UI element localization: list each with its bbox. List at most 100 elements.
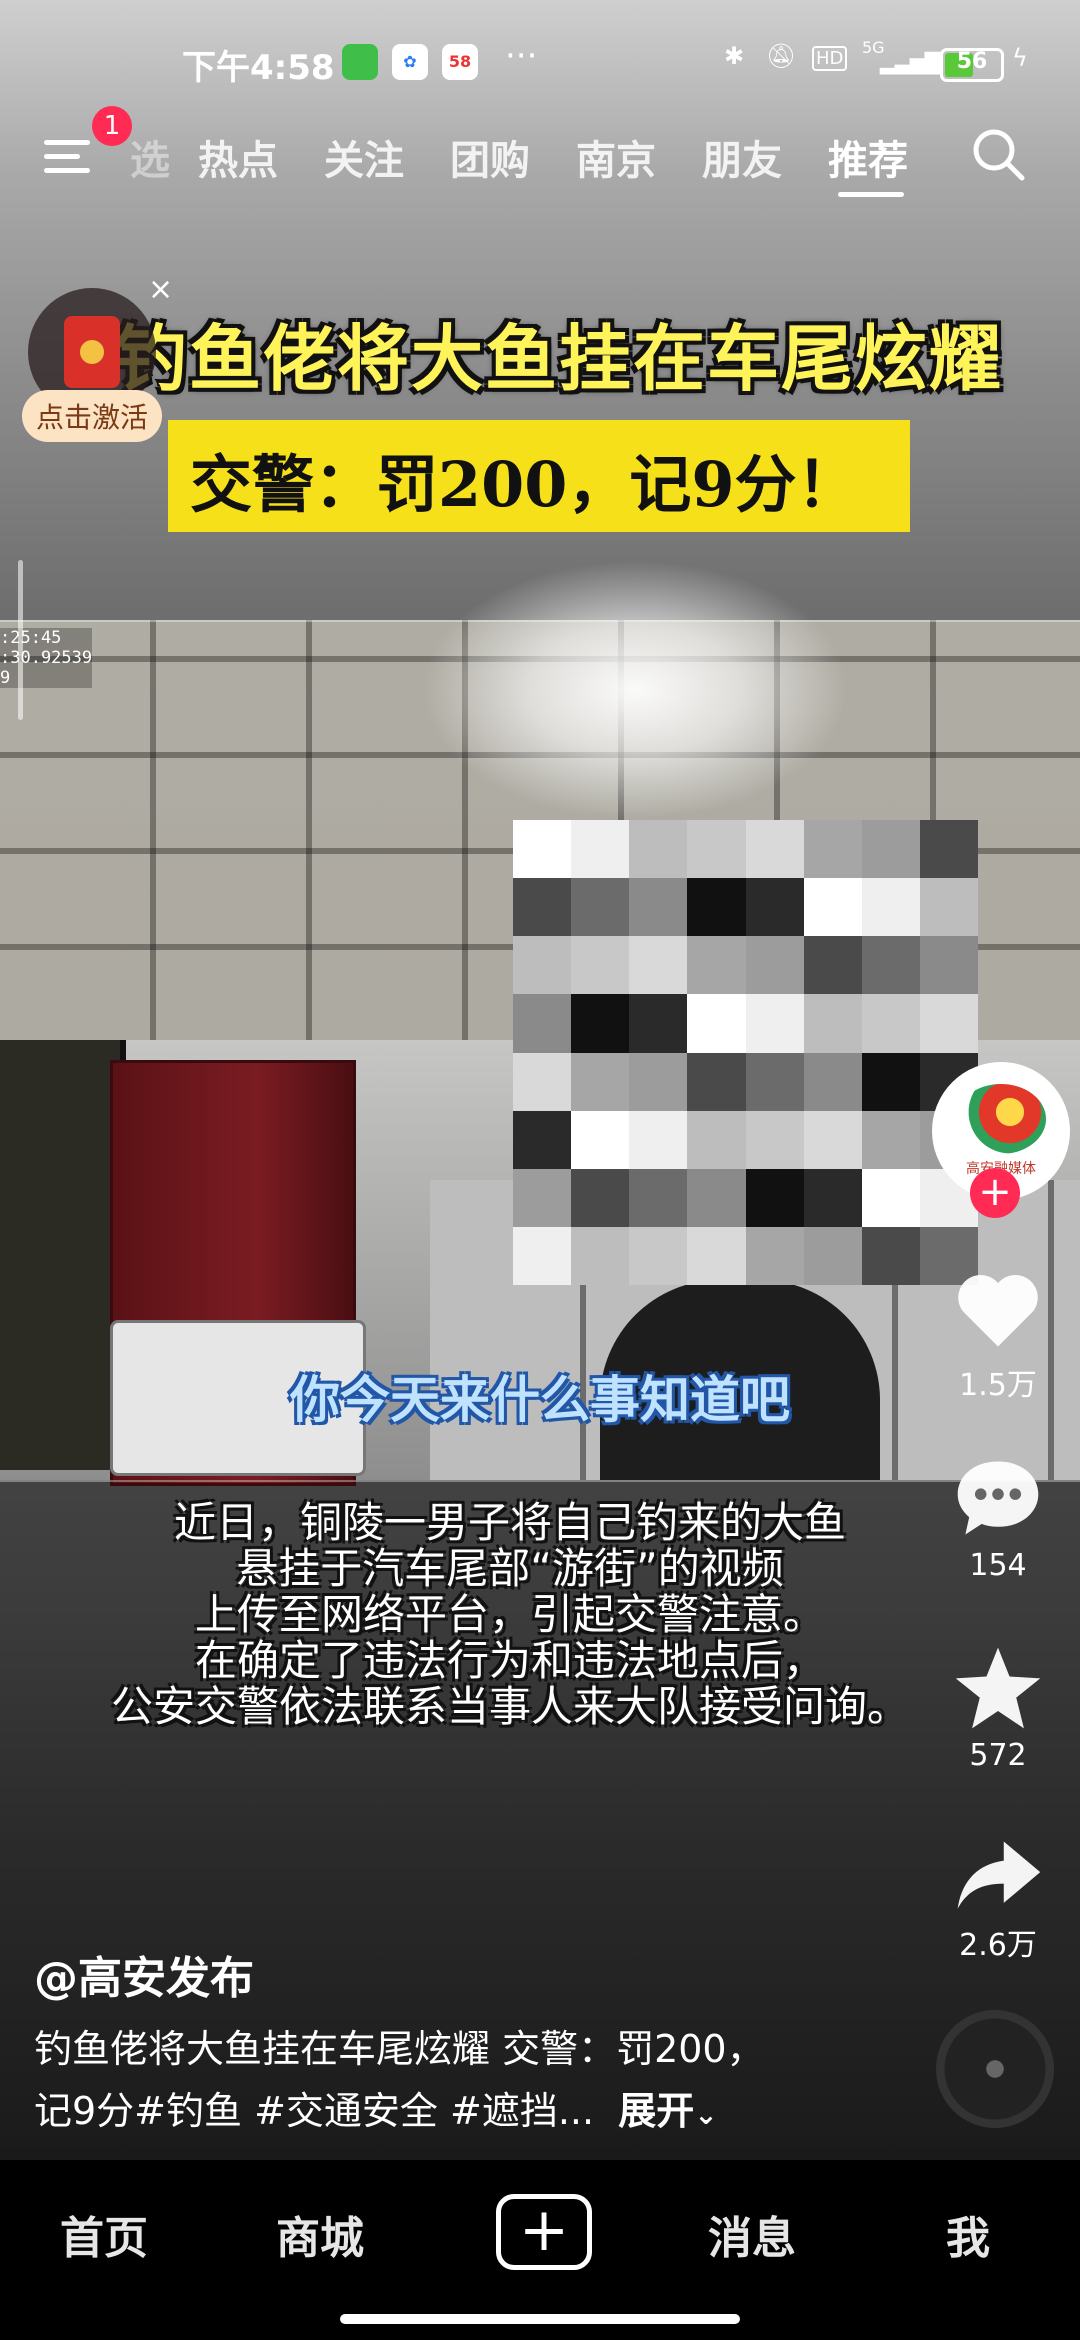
mosaic-cell bbox=[745, 820, 804, 879]
comment-count: 154 bbox=[969, 1548, 1027, 1583]
mosaic-cell bbox=[745, 1226, 804, 1285]
charging-icon: ϟ bbox=[1012, 44, 1028, 72]
video-frame-bottom-line bbox=[0, 1480, 1080, 1482]
mosaic-cell bbox=[861, 1226, 920, 1285]
tab-following[interactable]: 关注 bbox=[324, 128, 404, 186]
mosaic-cell bbox=[571, 1226, 630, 1285]
battery-icon: 56 bbox=[940, 48, 1004, 82]
mosaic-cell bbox=[919, 994, 978, 1053]
media-logo-icon bbox=[956, 1084, 1046, 1154]
notification-badge: 1 bbox=[92, 106, 132, 146]
mosaic-cell bbox=[745, 1052, 804, 1111]
subheadline-box: 交警：罚200，记9分！ bbox=[168, 420, 910, 532]
search-icon[interactable] bbox=[968, 124, 1028, 184]
mosaic-cell bbox=[687, 1168, 746, 1227]
tab-hidden[interactable]: 选 bbox=[130, 128, 170, 186]
mosaic-cell bbox=[687, 1226, 746, 1285]
menu-icon[interactable] bbox=[44, 130, 96, 182]
mosaic-cell bbox=[513, 1226, 572, 1285]
mosaic-cell bbox=[629, 878, 688, 937]
video-light-glare bbox=[420, 560, 850, 820]
mosaic-cell bbox=[571, 1110, 630, 1169]
heart-icon[interactable] bbox=[950, 1262, 1046, 1358]
mosaic-cell bbox=[513, 1052, 572, 1111]
app-58-icon: 58 bbox=[442, 44, 478, 80]
like-count: 1.5万 bbox=[959, 1368, 1037, 1403]
timestamp-line-1: :25:45 bbox=[0, 628, 62, 648]
mosaic-cell bbox=[571, 936, 630, 995]
bluetooth-icon: ✱ bbox=[724, 42, 745, 70]
mosaic-cell bbox=[629, 1052, 688, 1111]
mosaic-cell bbox=[687, 820, 746, 879]
mosaic-cell bbox=[803, 994, 862, 1053]
face-mosaic bbox=[513, 820, 978, 1285]
mosaic-cell bbox=[803, 936, 862, 995]
author-name[interactable]: @高安发布 bbox=[34, 1942, 254, 2006]
mosaic-cell bbox=[861, 994, 920, 1053]
mosaic-cell bbox=[629, 936, 688, 995]
video-frame-top-line bbox=[0, 620, 1080, 622]
tab-hot[interactable]: 热点 bbox=[198, 128, 278, 186]
mosaic-cell bbox=[745, 994, 804, 1053]
mosaic-cell bbox=[919, 936, 978, 995]
mosaic-cell bbox=[687, 1052, 746, 1111]
tab-friends[interactable]: 朋友 bbox=[702, 128, 782, 186]
paragraph-line: 公安交警依法联系当事人来大队接受问询。 bbox=[110, 1682, 909, 1731]
status-bar: 下午4:58 ✿ 58 ··· ✱ 🔕︎ HD 5G ▂▃▅▇ 56 ϟ bbox=[0, 0, 1080, 110]
music-disc-icon[interactable] bbox=[936, 2010, 1054, 2128]
mosaic-cell bbox=[803, 1226, 862, 1285]
mosaic-cell bbox=[571, 994, 630, 1053]
mosaic-cell bbox=[629, 1226, 688, 1285]
active-tab-indicator bbox=[838, 192, 904, 197]
expand-label: 展开 bbox=[618, 2089, 695, 2133]
mosaic-cell bbox=[803, 1052, 862, 1111]
expand-button[interactable]: 展开⌄ bbox=[618, 2089, 717, 2133]
share-icon[interactable] bbox=[950, 1828, 1046, 1924]
mosaic-cell bbox=[571, 878, 630, 937]
mosaic-cell bbox=[571, 1052, 630, 1111]
mosaic-cell bbox=[513, 878, 572, 937]
tab-recommended[interactable]: 推荐 bbox=[828, 128, 908, 186]
paragraph-line: 在确定了违法行为和违法地点后， bbox=[194, 1636, 825, 1685]
mosaic-cell bbox=[861, 820, 920, 879]
nav-me[interactable]: 我 bbox=[946, 2202, 990, 2266]
share-count: 2.6万 bbox=[959, 1928, 1037, 1963]
comment-icon[interactable] bbox=[950, 1450, 1046, 1546]
scroll-indicator bbox=[18, 560, 23, 720]
mosaic-cell bbox=[629, 820, 688, 879]
mosaic-cell bbox=[571, 1168, 630, 1227]
mosaic-cell bbox=[513, 1168, 572, 1227]
mosaic-cell bbox=[861, 1052, 920, 1111]
paragraph-line: 近日，铜陵一男子将自己钓来的大鱼 bbox=[173, 1498, 846, 1547]
nav-messages[interactable]: 消息 bbox=[708, 2202, 796, 2266]
more-notifications-icon: ··· bbox=[505, 36, 538, 76]
create-button[interactable]: + bbox=[496, 2194, 592, 2270]
mosaic-cell bbox=[861, 878, 920, 937]
mosaic-cell bbox=[687, 936, 746, 995]
mosaic-cell bbox=[513, 936, 572, 995]
nav-mall[interactable]: 商城 bbox=[276, 2202, 364, 2266]
mosaic-cell bbox=[629, 1168, 688, 1227]
mosaic-cell bbox=[571, 820, 630, 879]
activate-button[interactable]: 点击激活 bbox=[22, 390, 163, 442]
mosaic-cell bbox=[513, 820, 572, 879]
mosaic-cell bbox=[629, 1110, 688, 1169]
close-icon[interactable]: × bbox=[148, 272, 173, 307]
tab-nanjing[interactable]: 南京 bbox=[576, 128, 656, 186]
tab-group-buy[interactable]: 团购 bbox=[450, 128, 530, 186]
camera-timestamp: :25:45 :30.92539 9 bbox=[0, 628, 93, 688]
nav-home[interactable]: 首页 bbox=[60, 2202, 148, 2266]
favorite-count: 572 bbox=[969, 1738, 1027, 1773]
home-indicator[interactable] bbox=[340, 2314, 740, 2324]
mosaic-cell bbox=[745, 1168, 804, 1227]
mosaic-cell bbox=[803, 878, 862, 937]
cloud-app-icon: ✿ bbox=[392, 44, 428, 80]
star-icon[interactable] bbox=[950, 1640, 1046, 1736]
follow-button[interactable]: + bbox=[970, 1168, 1020, 1218]
mosaic-cell bbox=[745, 936, 804, 995]
top-navigation: 选 热点 关注 团购 南京 朋友 推荐 bbox=[0, 110, 1080, 210]
chevron-down-icon: ⌄ bbox=[694, 2098, 718, 2131]
status-time: 下午4:58 bbox=[182, 48, 335, 88]
mosaic-cell bbox=[687, 1110, 746, 1169]
mosaic-cell bbox=[803, 1168, 862, 1227]
